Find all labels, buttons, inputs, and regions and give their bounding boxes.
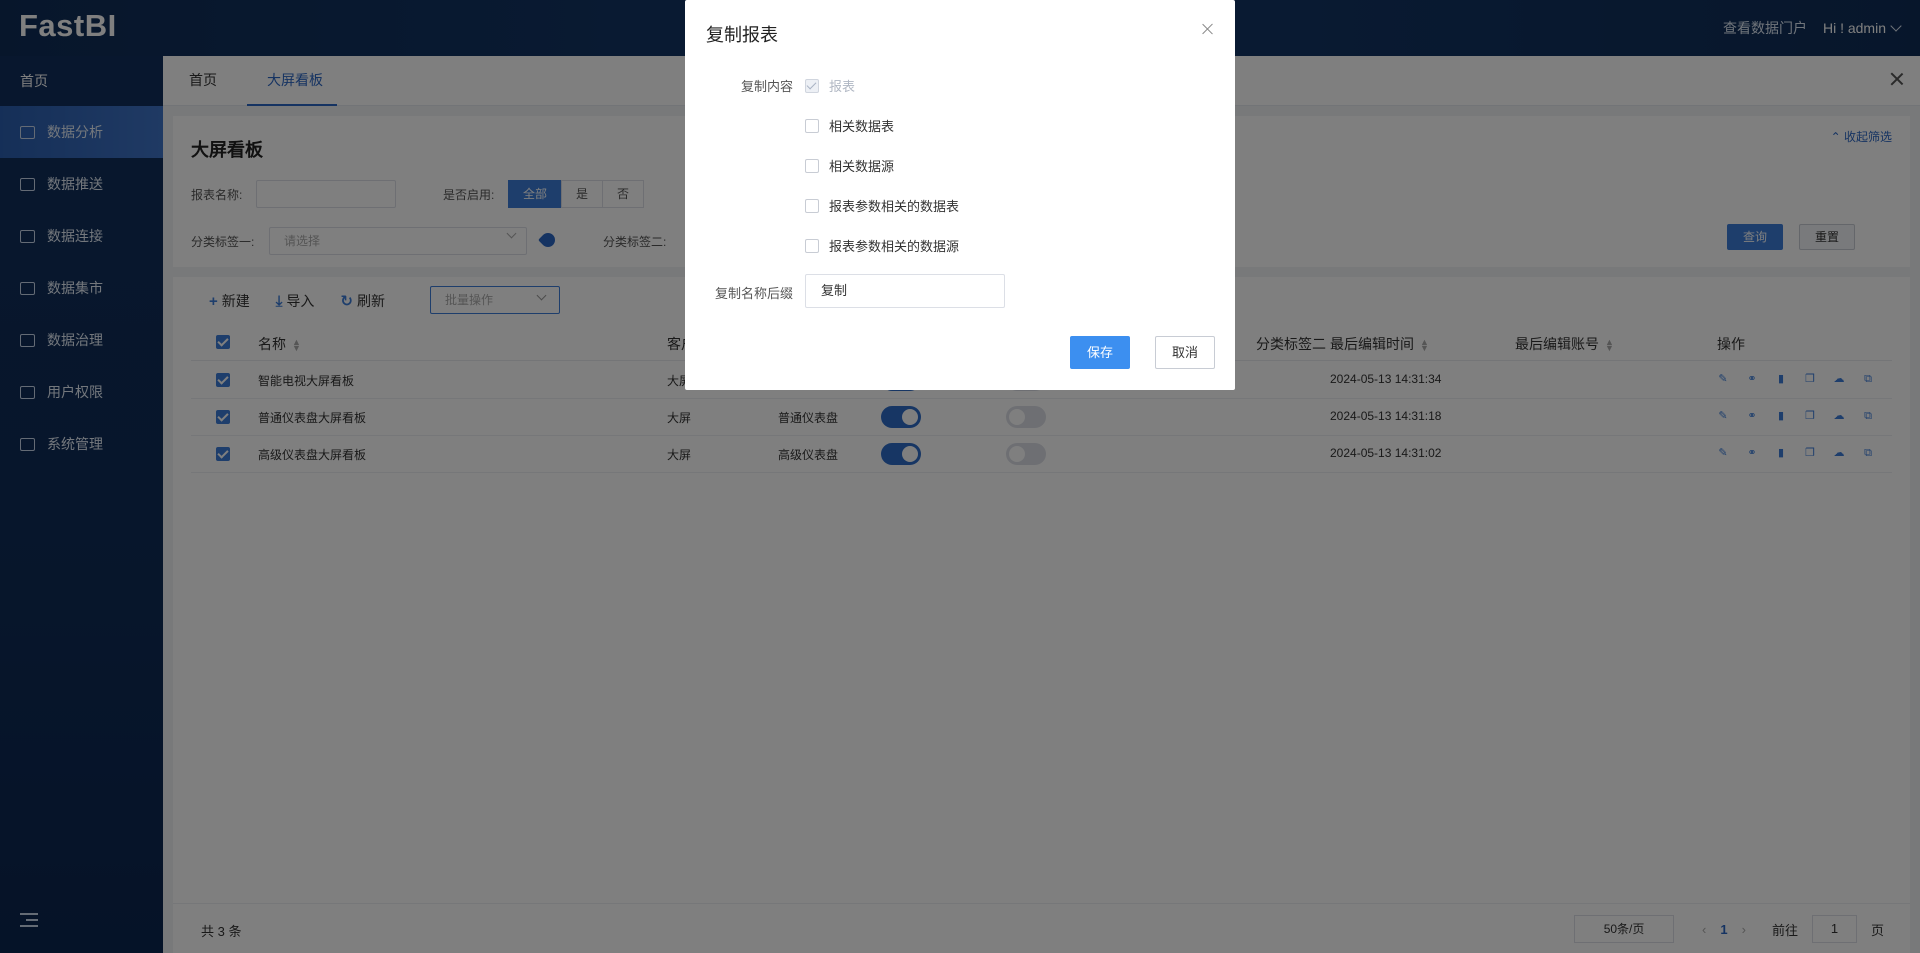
checkbox[interactable] <box>805 238 819 253</box>
dialog-title: 复制报表 <box>706 25 778 45</box>
checkbox[interactable] <box>805 158 819 173</box>
copy-content-label: 复制内容 <box>740 79 793 94</box>
close-icon[interactable] <box>1201 22 1215 36</box>
option-report: 报表 <box>805 76 855 95</box>
copy-report-dialog: 复制报表 复制内容 报表 相关数据表 相关数据源 报表参数相关的数据表 报表参数… <box>685 0 1235 390</box>
suffix-label: 复制名称后缀 <box>714 286 793 301</box>
suffix-input[interactable]: 复制 <box>805 274 1005 308</box>
cancel-button[interactable]: 取消 <box>1155 336 1215 369</box>
option-related-sources[interactable]: 相关数据源 <box>805 156 894 175</box>
option-related-tables[interactable]: 相关数据表 <box>805 116 894 135</box>
checkbox <box>805 78 819 93</box>
option-param-tables[interactable]: 报表参数相关的数据表 <box>805 196 959 215</box>
checkbox[interactable] <box>805 118 819 133</box>
checkbox[interactable] <box>805 198 819 213</box>
save-button[interactable]: 保存 <box>1070 336 1130 369</box>
option-param-sources[interactable]: 报表参数相关的数据源 <box>805 236 959 255</box>
